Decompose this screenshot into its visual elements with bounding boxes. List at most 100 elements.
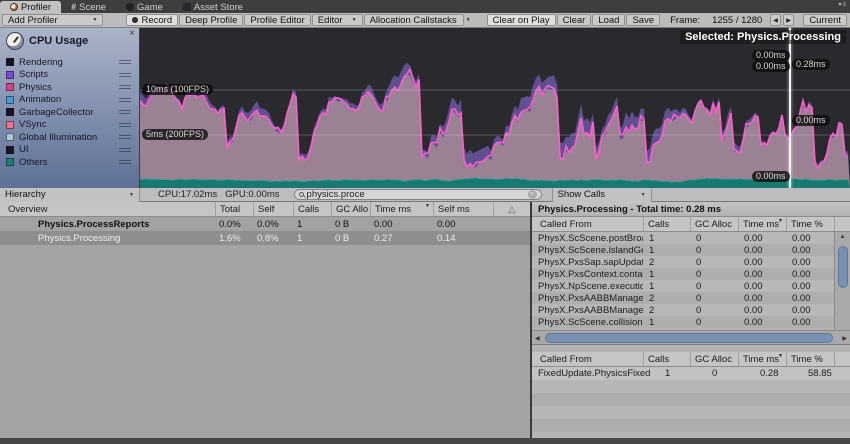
table-row-selected[interactable]: Physics.Processing 1.6% 0.8% 1 0 B 0.27 … <box>0 231 530 245</box>
tab-profiler[interactable]: Profiler <box>0 1 62 13</box>
column-warnings[interactable]: △ <box>493 202 530 216</box>
column-gc-alloc[interactable]: GC Alloc <box>690 352 738 366</box>
marker-label: 0.00ms <box>792 115 830 126</box>
table-row[interactable]: PhysX.ScScene.collision 1 0 0.00 0.00 <box>532 316 834 328</box>
drag-handle-icon[interactable] <box>119 160 131 165</box>
current-frame-button[interactable]: Current <box>803 14 847 26</box>
column-time-ms[interactable]: Time ms ▼ <box>738 217 786 231</box>
load-button[interactable]: Load <box>592 14 626 26</box>
scroll-left-icon[interactable]: ◀ <box>535 335 540 342</box>
record-button[interactable]: Record <box>126 14 179 26</box>
column-calls[interactable]: Calls <box>643 352 690 366</box>
search-input[interactable]: physics.proce × <box>293 189 542 200</box>
drag-handle-icon[interactable] <box>119 147 131 152</box>
drag-handle-icon[interactable] <box>119 122 131 127</box>
column-calls[interactable]: Calls <box>293 202 331 216</box>
table-row[interactable]: PhysX.PxsAABBManager.a 2 0 0.00 0.00 <box>532 292 834 304</box>
editor-dropdown[interactable]: Editor ▼ <box>311 14 363 26</box>
legend-color-chip <box>6 158 14 167</box>
drag-handle-icon[interactable] <box>119 135 131 140</box>
table-row[interactable]: PhysX.PxsAABBManager.a 2 0 0.00 0.00 <box>532 304 834 316</box>
column-overview[interactable]: Overview <box>0 202 215 216</box>
tab-game[interactable]: Game <box>116 1 173 13</box>
show-calls-dropdown[interactable]: Show Calls ▼ <box>551 187 652 202</box>
cpu-usage-chart[interactable]: 10ms (100FPS) 5ms (200FPS) 0.00ms 0.00ms… <box>140 28 850 188</box>
tab-label: Game <box>137 1 163 13</box>
frame-value: 1255 / 1280 <box>712 14 763 26</box>
hierarchy-toolbar: Hierarchy ▼ CPU:17.02ms GPU:0.00ms physi… <box>0 187 850 202</box>
scrollbar-thumb[interactable] <box>837 246 848 288</box>
gridline-label-10ms: 10ms (100FPS) <box>142 84 214 95</box>
legend-item-vsync[interactable]: VSync <box>6 119 139 132</box>
drag-handle-icon[interactable] <box>119 60 131 65</box>
column-time-ms[interactable]: Time ms ▼ <box>738 352 786 366</box>
legend-item-rendering[interactable]: Rendering <box>6 56 139 69</box>
sort-arrow-icon: ▼ <box>425 203 430 209</box>
chevron-down-icon: ▼ <box>640 191 646 198</box>
window-menu-icon[interactable]: ▾≡ <box>838 1 847 8</box>
scroll-up-icon[interactable]: ▲ <box>835 234 850 240</box>
sort-arrow-icon: ▼ <box>778 218 783 224</box>
window-bottom-border <box>0 438 850 444</box>
legend-item-ui[interactable]: UI <box>6 144 139 157</box>
clear-on-play-button[interactable]: Clear on Play <box>486 14 556 26</box>
marker-label: 0.00ms <box>752 50 790 61</box>
panel-title: CPU Usage <box>29 35 89 47</box>
allocation-callstacks-dropdown[interactable]: Allocation Callstacks ▼ <box>363 14 471 26</box>
scroll-right-icon[interactable]: ▶ <box>842 335 847 342</box>
legend-color-chip <box>6 95 14 104</box>
table-row[interactable]: PhysX.NpScene.execution 1 0 0.00 0.00 <box>532 280 834 292</box>
table-row[interactable]: PhysX.PxsSap.sapUpdate 2 0 0.00 0.00 <box>532 256 834 268</box>
close-icon[interactable]: × <box>129 29 135 39</box>
clear-search-icon[interactable]: × <box>527 190 537 199</box>
legend-item-global-illumination[interactable]: Global Illumination <box>6 131 139 144</box>
profile-editor-button[interactable]: Profile Editor <box>244 14 311 26</box>
tab-scene[interactable]: # Scene <box>61 1 116 13</box>
search-value: physics.proce <box>306 189 365 200</box>
clear-button[interactable]: Clear <box>556 14 592 26</box>
column-calls[interactable]: Calls <box>643 217 690 231</box>
column-time-ms[interactable]: Time ms ▼ <box>370 202 433 216</box>
chevron-down-icon: ▼ <box>129 191 134 198</box>
tab-bar: Profiler # Scene Game Asset Store ▾≡ <box>0 0 850 13</box>
view-mode-dropdown[interactable]: Hierarchy ▼ <box>0 187 140 202</box>
legend-item-scripts[interactable]: Scripts <box>6 69 139 82</box>
drag-handle-icon[interactable] <box>119 97 131 102</box>
drag-handle-icon[interactable] <box>119 85 131 90</box>
add-profiler-dropdown[interactable]: Add Profiler ▼ <box>2 14 104 26</box>
table-row[interactable]: PhysX.ScScene.postBroad 1 0 0.00 0.00 <box>532 232 834 244</box>
legend-item-animation[interactable]: Animation <box>6 94 139 107</box>
table-row[interactable]: Physics.ProcessReports 0.0% 0.0% 1 0 B 0… <box>0 217 530 231</box>
legend-label: Rendering <box>19 56 63 68</box>
drag-handle-icon[interactable] <box>119 72 131 77</box>
column-self-ms[interactable]: Self ms <box>433 202 493 216</box>
column-time-pct[interactable]: Time % <box>786 352 834 366</box>
table-row[interactable]: PhysX.ScScene.islandGen 1 0 0.00 0.00 <box>532 244 834 256</box>
empty-rows <box>532 380 850 440</box>
deep-profile-button[interactable]: Deep Profile <box>179 14 244 26</box>
vertical-scrollbar[interactable]: ▲ ▼ <box>834 232 850 345</box>
next-frame-button[interactable]: ▶ <box>783 14 795 26</box>
drag-handle-icon[interactable] <box>119 110 131 115</box>
legend-color-chip <box>6 83 14 92</box>
legend-item-physics[interactable]: Physics <box>6 81 139 94</box>
column-self[interactable]: Self <box>253 202 293 216</box>
column-gc-alloc[interactable]: GC Alloc <box>690 217 738 231</box>
column-total[interactable]: Total <box>215 202 253 216</box>
column-called-from[interactable]: Called From <box>532 352 643 366</box>
column-called-from[interactable]: Called From <box>532 217 643 231</box>
column-time-pct[interactable]: Time % <box>786 217 834 231</box>
prev-frame-button[interactable]: ◀ <box>770 14 782 26</box>
table-row[interactable]: PhysX.PxsContext.contact 1 0 0.00 0.00 <box>532 268 834 280</box>
cpu-usage-panel: × CPU Usage Rendering Scripts Physics Anima… <box>0 28 140 188</box>
table-row[interactable]: FixedUpdate.PhysicsFixed 1 0 0.28 58.85 <box>532 367 850 380</box>
legend-item-others[interactable]: Others <box>6 156 139 169</box>
horizontal-scrollbar[interactable]: ◀ ▶ <box>532 330 850 345</box>
legend-item-garbagecollector[interactable]: GarbageCollector <box>6 106 139 119</box>
save-button[interactable]: Save <box>626 14 661 26</box>
profiler-toolbar: Add Profiler ▼ Record Deep Profile Profi… <box>0 13 850 28</box>
tab-asset-store[interactable]: Asset Store <box>173 1 253 13</box>
scrollbar-thumb[interactable] <box>545 333 833 343</box>
column-gc-alloc[interactable]: GC Allo <box>331 202 370 216</box>
chevron-down-icon: ▼ <box>351 17 357 23</box>
